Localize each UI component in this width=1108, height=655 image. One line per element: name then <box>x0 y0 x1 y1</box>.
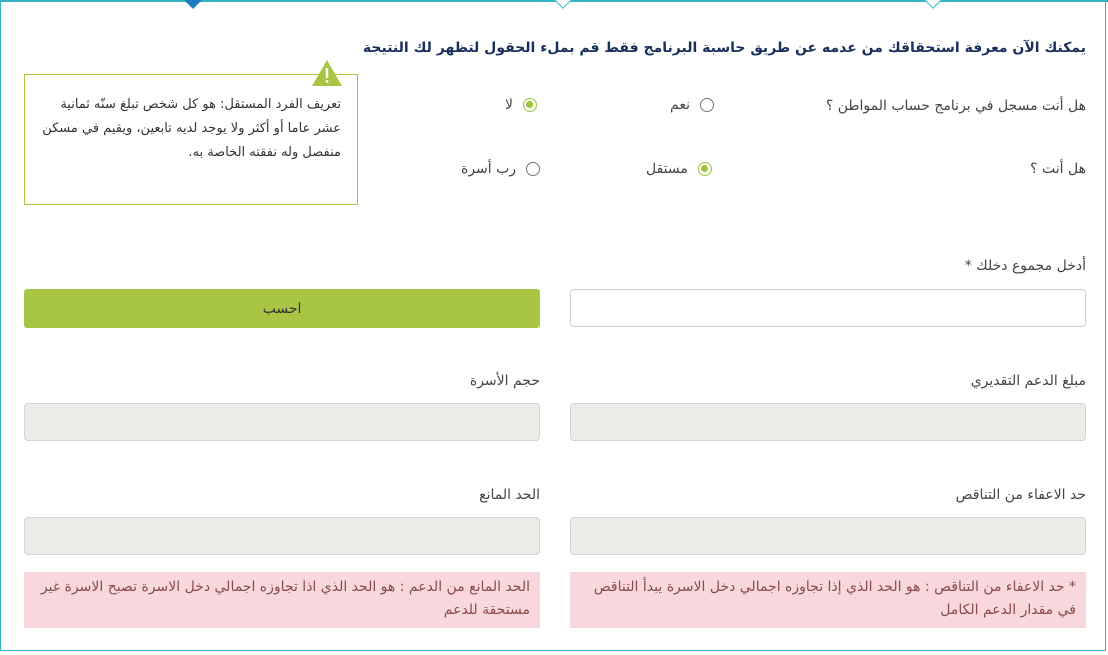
radio-head-of-family-label: رب أسرة <box>461 161 517 177</box>
support-amount-field <box>570 403 1086 441</box>
registered-question: هل أنت مسجل في برنامج حساب المواطن ؟ <box>825 98 1086 114</box>
support-amount-label: مبلغ الدعم التقديري <box>970 373 1086 389</box>
income-label: أدخل مجموع دخلك * <box>964 258 1086 274</box>
family-size-label: حجم الأسرة <box>469 373 540 389</box>
exemption-note: * حد الاعفاء من التناقص : هو الحد الذي إ… <box>570 572 1086 628</box>
status-option-independent[interactable]: مستقل <box>646 161 712 177</box>
exemption-limit-field <box>570 517 1086 555</box>
radio-yes[interactable] <box>699 98 714 112</box>
status-option-head-of-family[interactable]: رب أسرة <box>461 161 541 177</box>
exemption-limit-label: حد الاعفاء من التناقص <box>955 487 1086 503</box>
radio-independent-label: مستقل <box>646 161 688 177</box>
income-input[interactable] <box>570 289 1086 327</box>
status-question: هل أنت ؟ <box>1030 161 1086 177</box>
radio-yes-label: نعم <box>670 97 690 113</box>
independent-definition-tooltip: تعريف الفرد المستقل: هو كل شخص تبلغ سنّه… <box>24 60 358 205</box>
max-limit-label: الحد المانع <box>479 487 540 503</box>
radio-independent[interactable] <box>697 162 712 176</box>
max-limit-note: الحد المانع من الدعم : هو الحد الذي اذا … <box>24 572 540 628</box>
family-size-field <box>24 403 540 441</box>
registered-option-yes[interactable]: نعم <box>670 97 714 113</box>
max-limit-field <box>24 517 540 555</box>
tooltip-text: تعريف الفرد المستقل: هو كل شخص تبلغ سنّه… <box>42 97 341 160</box>
warning-icon <box>312 60 342 86</box>
radio-no-label: لا <box>505 97 513 113</box>
radio-no[interactable] <box>522 98 537 112</box>
calculate-button[interactable]: احسب <box>24 289 540 328</box>
intro-heading: يمكنك الآن معرفة استحقاقك من عدمه عن طري… <box>362 40 1086 56</box>
radio-head-of-family[interactable] <box>526 162 541 176</box>
registered-option-no[interactable]: لا <box>505 97 537 113</box>
